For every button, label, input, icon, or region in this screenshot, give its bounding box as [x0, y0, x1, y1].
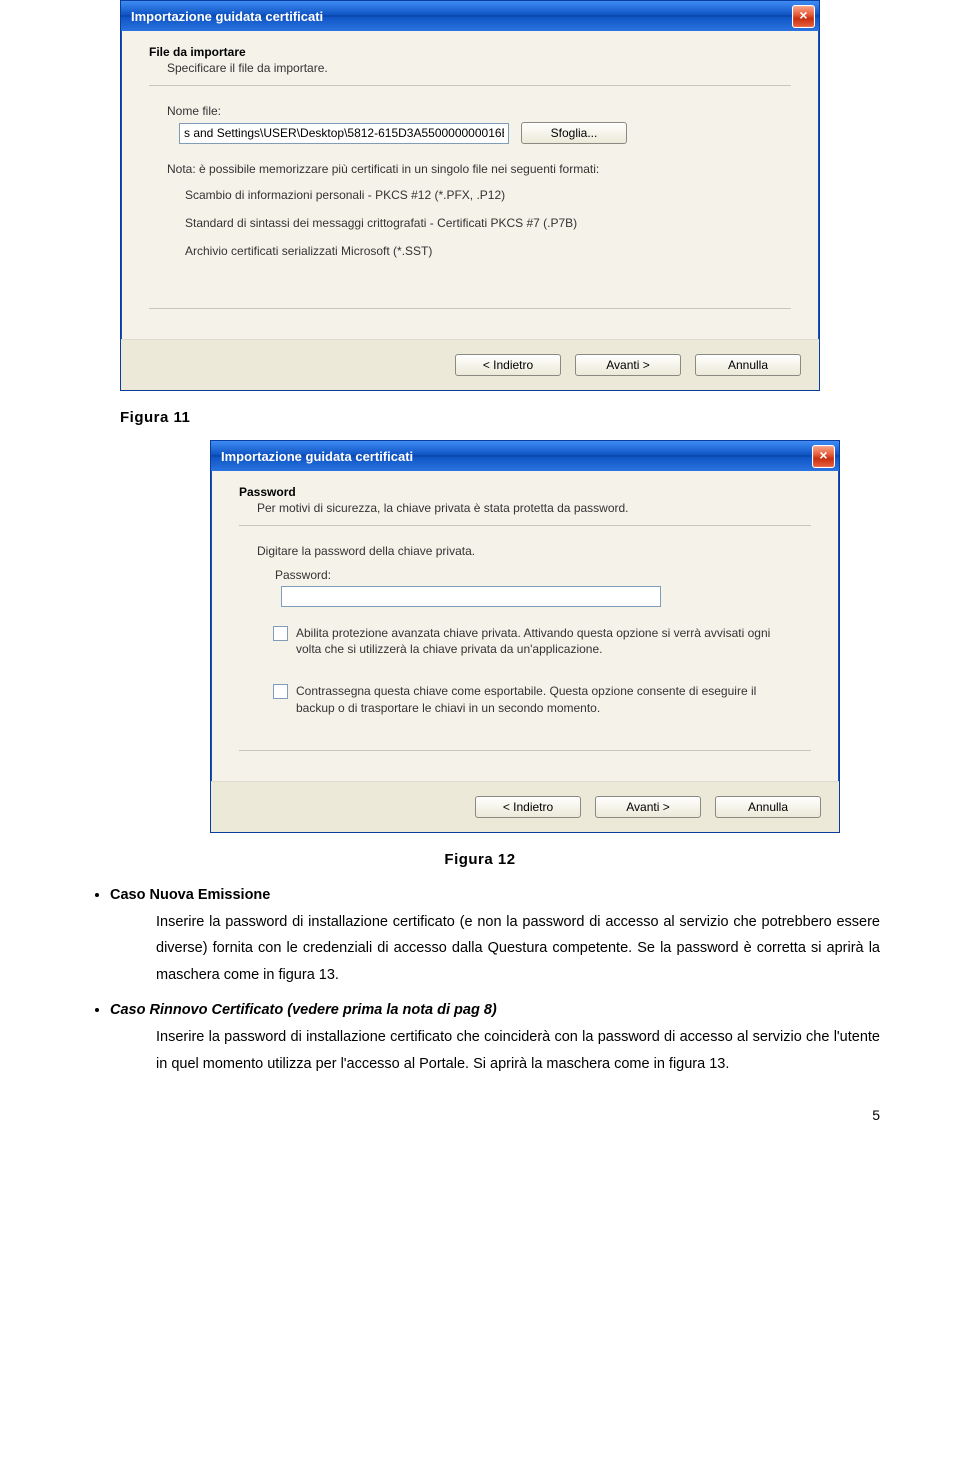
- figure-caption-12: Figura 12: [80, 851, 880, 868]
- cancel-button[interactable]: Annulla: [695, 354, 801, 376]
- password-label: Password:: [275, 568, 811, 582]
- password-prompt: Digitare la password della chiave privat…: [257, 544, 811, 558]
- button-row: < Indietro Avanti > Annulla: [121, 339, 819, 390]
- password-input[interactable]: [281, 586, 661, 607]
- close-icon[interactable]: ×: [812, 445, 835, 468]
- close-icon[interactable]: ×: [792, 5, 815, 28]
- format-line-1: Scambio di informazioni personali - PKCS…: [185, 188, 791, 202]
- filename-label: Nome file:: [167, 104, 791, 118]
- back-button[interactable]: < Indietro: [475, 796, 581, 818]
- note-text: Nota: è possibile memorizzare più certif…: [167, 162, 791, 176]
- titlebar: Importazione guidata certificati ×: [211, 441, 839, 471]
- back-button[interactable]: < Indietro: [455, 354, 561, 376]
- step-subtitle: Per motivi di sicurezza, la chiave priva…: [257, 501, 811, 515]
- dialog-title: Importazione guidata certificati: [221, 449, 812, 464]
- next-button[interactable]: Avanti >: [575, 354, 681, 376]
- bullet-body-1: Inserire la password di installazione ce…: [110, 909, 880, 989]
- next-button[interactable]: Avanti >: [595, 796, 701, 818]
- step-title: File da importare: [149, 45, 791, 59]
- document-body: Caso Nuova Emissione Inserire la passwor…: [80, 882, 880, 1078]
- page-number: 5: [80, 1107, 880, 1123]
- cancel-button[interactable]: Annulla: [715, 796, 821, 818]
- filename-input[interactable]: [179, 123, 509, 144]
- titlebar: Importazione guidata certificati ×: [121, 1, 819, 31]
- dialog-password: Importazione guidata certificati × Passw…: [210, 440, 840, 833]
- advanced-protection-label: Abilita protezione avanzata chiave priva…: [296, 625, 793, 657]
- format-line-3: Archivio certificati serializzati Micros…: [185, 244, 791, 258]
- bullet-title-2: Caso Rinnovo Certificato (vedere prima l…: [110, 1002, 497, 1018]
- exportable-label: Contrassegna questa chiave come esportab…: [296, 683, 793, 715]
- dialog-file-to-import: Importazione guidata certificati × File …: [120, 0, 820, 391]
- step-subtitle: Specificare il file da importare.: [167, 61, 791, 75]
- bullet-title-1: Caso Nuova Emissione: [110, 887, 270, 903]
- advanced-protection-checkbox[interactable]: [273, 626, 288, 641]
- bullet-body-2: Inserire la password di installazione ce…: [110, 1024, 880, 1078]
- figure-caption-11: Figura 11: [120, 409, 880, 426]
- exportable-checkbox[interactable]: [273, 684, 288, 699]
- step-title: Password: [239, 485, 811, 499]
- format-line-2: Standard di sintassi dei messaggi critto…: [185, 216, 791, 230]
- browse-button[interactable]: Sfoglia...: [521, 122, 627, 144]
- dialog-title: Importazione guidata certificati: [131, 9, 792, 24]
- button-row: < Indietro Avanti > Annulla: [211, 781, 839, 832]
